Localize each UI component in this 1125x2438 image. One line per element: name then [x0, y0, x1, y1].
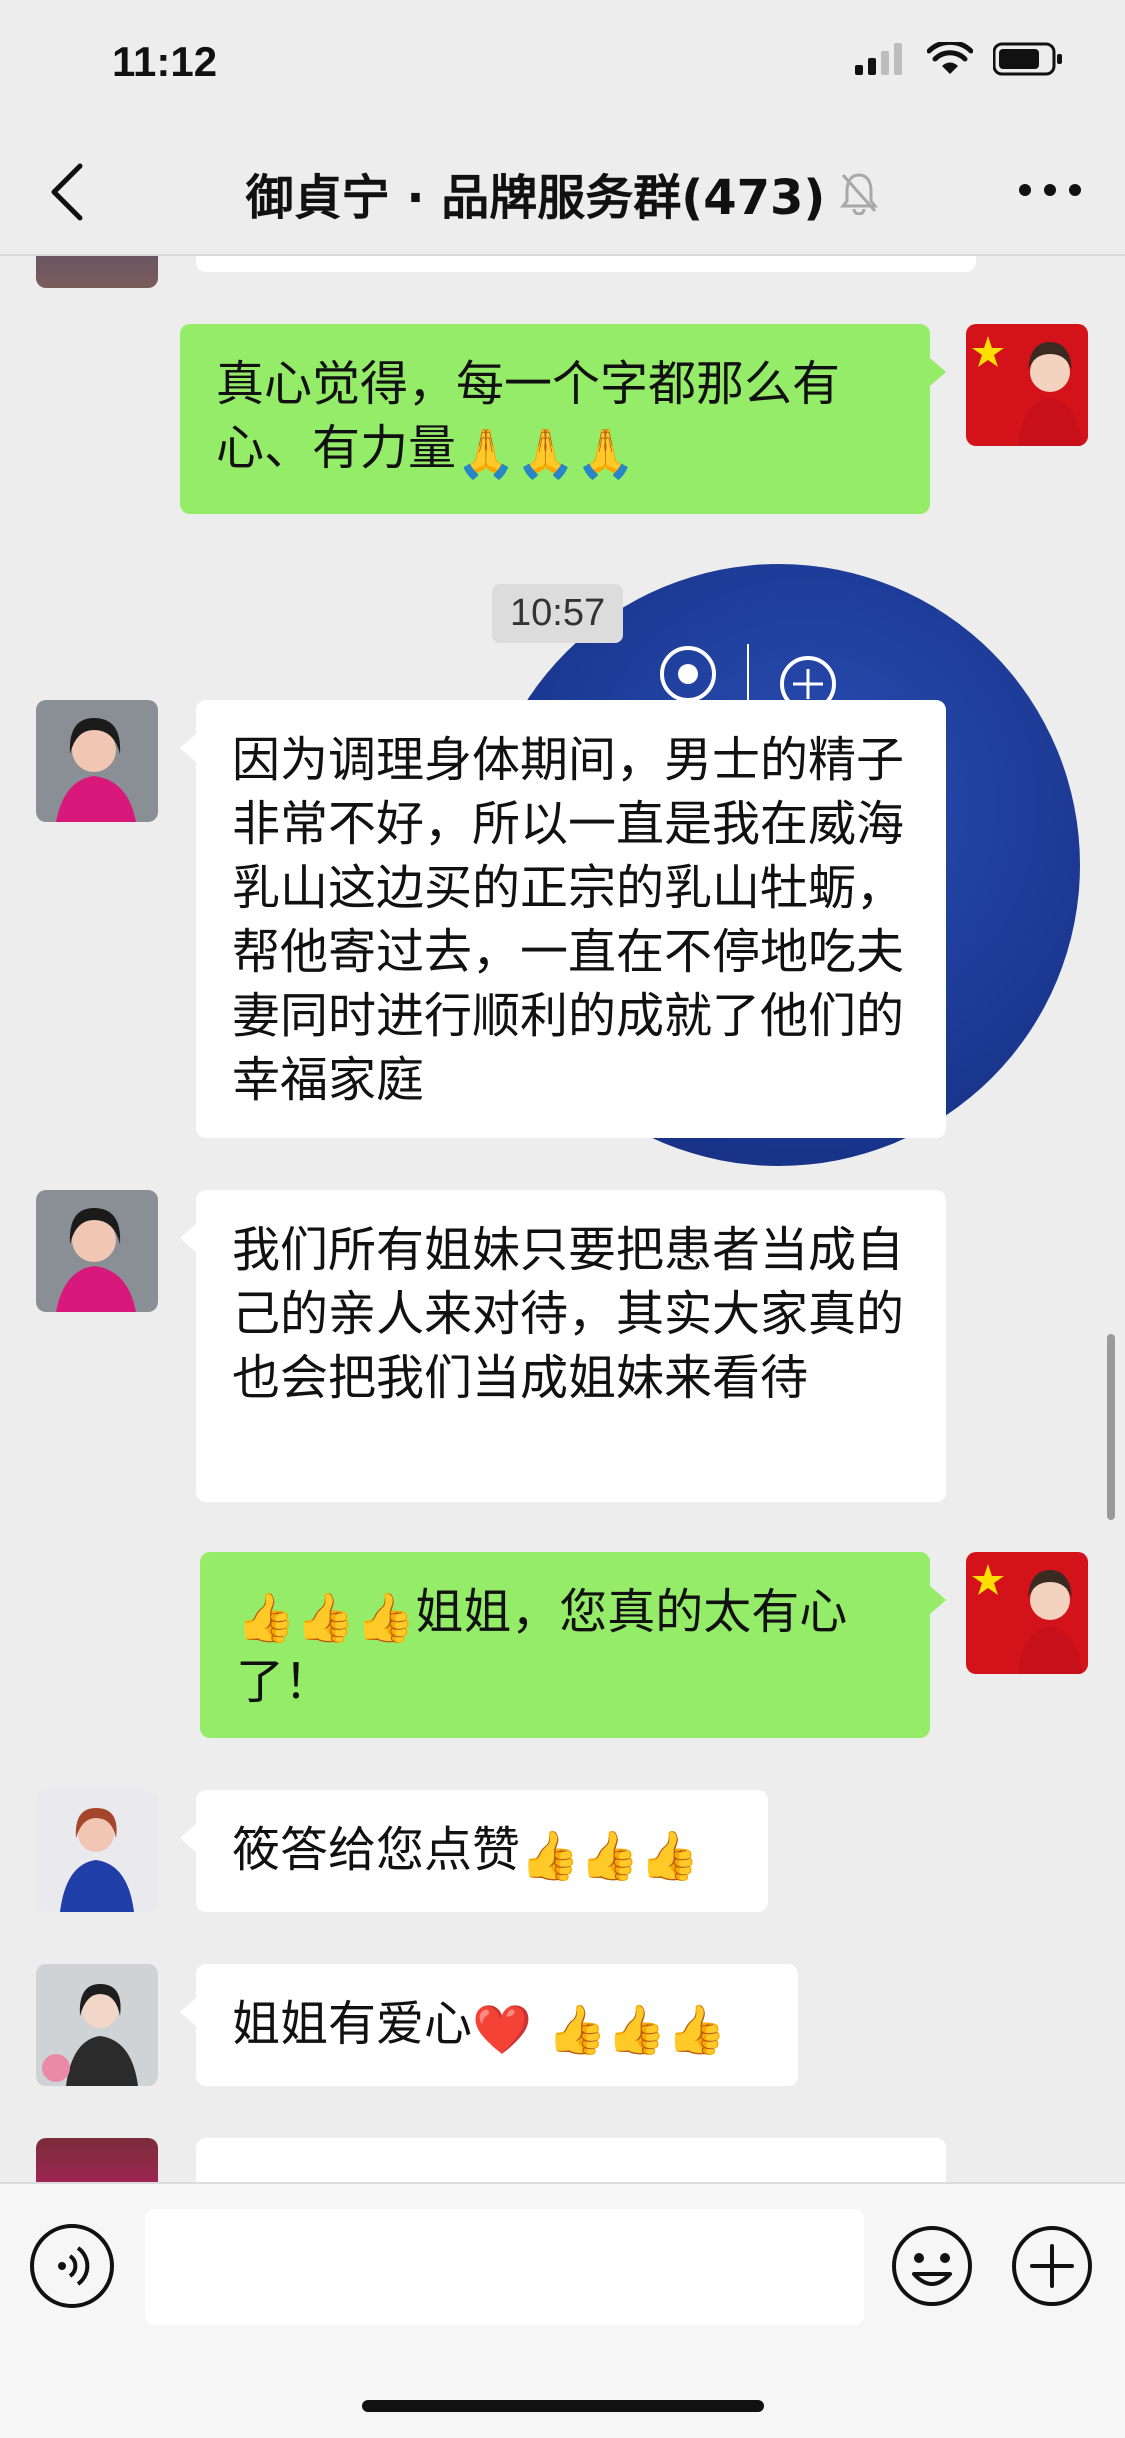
emoji-icon[interactable] [890, 2224, 974, 2308]
avatar[interactable] [36, 256, 158, 288]
plus-icon[interactable] [1010, 2224, 1094, 2308]
chat-title: 御貞宁 · 品牌服务群(473) [245, 170, 826, 226]
battery-icon [993, 42, 1062, 76]
home-indicator[interactable] [362, 2400, 764, 2412]
message-bubble-received[interactable]: 我们所有姐妹只要把患者当成自己的亲人来对待，其实大家真的也会把我们当成姐妹来看待 [180, 1190, 946, 1502]
praying-hands-emoji: 🙏🙏🙏 [456, 426, 636, 482]
message-bubble-sent[interactable]: 真心觉得，每一个字都那么有心、有力量🙏🙏🙏 [180, 324, 946, 514]
signal-icon [855, 43, 902, 75]
avatar-image [36, 1964, 158, 2086]
heart-and-thumbs-emoji: ❤️ 👍👍👍 [472, 2002, 727, 2058]
system-icons [855, 42, 1063, 76]
avatar[interactable] [36, 2138, 158, 2182]
scrollbar[interactable] [1107, 1334, 1115, 1520]
message-timestamp: 10:57 [492, 584, 624, 643]
avatar-image [36, 1190, 158, 1312]
avatar[interactable] [36, 1790, 158, 1912]
message-bubble-received[interactable]: 姐姐有爱心❤️ 👍👍👍 [180, 1964, 798, 2086]
my-avatar[interactable] [966, 1552, 1088, 1674]
title-wrap: 御貞宁 · 品牌服务群(473) [0, 158, 1125, 228]
avatar[interactable] [36, 700, 158, 822]
avatar-image [966, 1552, 1088, 1674]
message-text: 因为调理身体期间，男士的精子非常不好，所以一直是我在威海乳山这边买的正宗的乳山牡… [232, 732, 905, 1108]
message-input[interactable] [145, 2209, 864, 2325]
message-text: 我们所有姐妹只要把患者当成自己的亲人来对待，其实大家真的也会把我们当成姐妹来看待 [232, 1222, 905, 1406]
avatar-image [36, 700, 158, 822]
message-text: 姐姐有爱心 [232, 1996, 473, 2052]
previous-message-bubble [196, 256, 976, 272]
my-avatar[interactable] [966, 324, 1088, 446]
status-bar: 11:12 [0, 0, 1125, 130]
message-bubble-sent[interactable]: 👍👍👍姐姐，您真的太有心了！ [200, 1552, 946, 1738]
message-bubble-received[interactable]: 因为调理身体期间，男士的精子非常不好，所以一直是我在威海乳山这边买的正宗的乳山牡… [180, 700, 946, 1138]
chat-area[interactable]: 10:57 真心觉得，每一个字都那么有心、有力量🙏🙏🙏 因为调理身体期间，男士的… [0, 256, 1125, 2182]
avatar-image [966, 324, 1088, 446]
message-bubble-received[interactable]: 筱答给您点赞👍👍👍 [180, 1790, 768, 1912]
more-icon[interactable] [1015, 180, 1085, 200]
next-message-bubble [196, 2138, 946, 2182]
avatar[interactable] [36, 1964, 158, 2086]
thumbs-up-emoji: 👍👍👍 [520, 1828, 700, 1884]
mute-bell-icon [840, 173, 879, 215]
nav-bar: 御貞宁 · 品牌服务群(473) [0, 130, 1125, 256]
thumbs-up-emoji: 👍👍👍 [236, 1590, 416, 1646]
message-text: 筱答给您点赞 [232, 1822, 521, 1878]
status-time: 11:12 [112, 38, 218, 85]
wifi-icon [927, 42, 973, 74]
voice-icon [58, 2246, 90, 2286]
avatar[interactable] [36, 1190, 158, 1312]
avatar-image [36, 1790, 158, 1912]
voice-button[interactable] [30, 2224, 114, 2308]
